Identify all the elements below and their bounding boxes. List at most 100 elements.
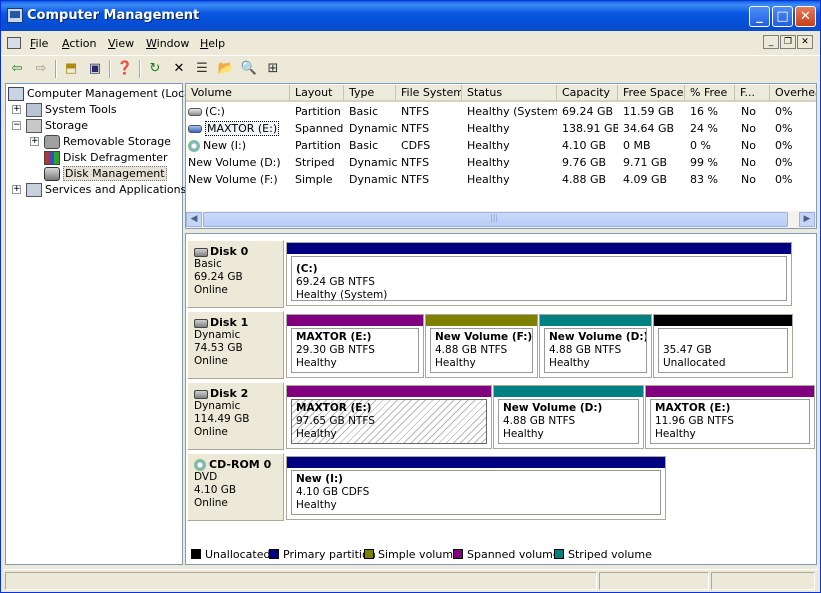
column-header-fault-tolerance[interactable]: F... <box>735 85 770 102</box>
status-cell: Healthy <box>467 156 510 169</box>
volume-icon <box>188 125 202 133</box>
mmc-system-icon[interactable] <box>7 37 21 49</box>
window-title: Computer Management <box>27 8 200 23</box>
capacity-cell: 138.91 GB <box>562 122 618 135</box>
column-header-file-system[interactable]: File System <box>396 85 462 102</box>
tree-item-disk-defragmenter[interactable]: Disk Defragmenter <box>44 150 168 166</box>
computer-icon <box>8 87 24 101</box>
child-close-button[interactable]: ✕ <box>797 35 813 49</box>
hard-disk-icon <box>194 389 208 399</box>
help-icon[interactable]: ❓ <box>116 60 134 78</box>
volume-name-cell[interactable]: New Volume (D:) <box>188 154 290 171</box>
cd-rom-0-label[interactable]: CD-ROM 0 DVD 4.10 GB Online <box>187 453 284 521</box>
overhead-cell: 0% <box>775 156 793 169</box>
properties-icon[interactable]: ☰ <box>193 60 211 78</box>
disk-size: 114.49 GB <box>194 413 250 425</box>
volume-icon <box>188 108 202 116</box>
disk-status: Online <box>194 284 228 296</box>
menu-help[interactable]: Help <box>200 37 225 50</box>
child-minimize-button[interactable]: _ <box>763 35 779 49</box>
partition-status: Healthy (System) <box>296 289 388 301</box>
refresh-icon[interactable]: ↻ <box>146 60 164 78</box>
minimize-button[interactable]: _ <box>749 6 770 27</box>
menu-action[interactable]: Action <box>62 37 96 50</box>
console-tree: Computer Management (Local) + System Too… <box>5 83 198 565</box>
volume-name-cell[interactable]: New (I:) <box>188 137 288 154</box>
forward-arrow-icon[interactable]: ⇨ <box>32 60 50 78</box>
partition-c[interactable]: (C:) 69.24 GB NTFS Healthy (System) <box>286 242 792 306</box>
partition-status: Healthy <box>655 428 696 440</box>
layout-cell: Partition <box>295 105 341 118</box>
cd-icon <box>188 140 200 152</box>
disk-0-label[interactable]: Disk 0 Basic 69.24 GB Online <box>187 240 284 308</box>
volume-name-cell[interactable]: MAXTOR (E:) <box>188 120 288 137</box>
column-header-type[interactable]: Type <box>344 85 396 102</box>
removable-storage-icon <box>44 135 60 149</box>
child-restore-button[interactable]: ❐ <box>780 35 796 49</box>
partition-maxtor-e-selected[interactable]: MAXTOR (E:) 97.65 GB NTFS Healthy <box>286 385 492 449</box>
tree-item-services-and-applications[interactable]: Services and Applications <box>26 182 186 198</box>
hard-disk-icon <box>194 247 208 257</box>
status-cell: Healthy (System) <box>467 105 557 118</box>
partition-maxtor-e[interactable]: MAXTOR (E:) 11.96 GB NTFS Healthy <box>645 385 815 449</box>
overhead-cell: 0% <box>775 105 793 118</box>
percent-free-cell: 0 % <box>690 139 711 152</box>
partition-size: 4.88 GB NTFS <box>503 415 576 427</box>
partition-maxtor-e[interactable]: MAXTOR (E:) 29.30 GB NTFS Healthy <box>286 314 424 378</box>
expand-system-tools[interactable]: + <box>12 105 21 114</box>
disk-2-label[interactable]: Disk 2 Dynamic 114.49 GB Online <box>187 382 284 450</box>
volume-name-cell[interactable]: New Volume (F:) <box>188 171 290 188</box>
up-folder-icon[interactable]: ⬒ <box>62 60 80 78</box>
scroll-left-icon[interactable]: ◀ <box>186 212 202 227</box>
menu-view[interactable]: View <box>108 37 134 50</box>
partition-status: Unallocated <box>663 357 726 369</box>
column-header-volume[interactable]: Volume <box>186 85 290 102</box>
back-arrow-icon[interactable]: ⇦ <box>8 60 26 78</box>
search-icon[interactable]: 🔍 <box>240 60 258 78</box>
tree-item-system-tools[interactable]: System Tools <box>26 102 117 118</box>
column-header-layout[interactable]: Layout <box>290 85 344 102</box>
partition-new-volume-d[interactable]: New Volume (D:) 4.88 GB NTFS Healthy <box>539 314 652 378</box>
system-tools-icon <box>26 103 42 117</box>
partition-name <box>663 331 787 344</box>
partition-new-volume-d[interactable]: New Volume (D:) 4.88 GB NTFS Healthy <box>493 385 644 449</box>
partition-status: Healthy <box>435 357 476 369</box>
disk-view-icon[interactable]: ⊞ <box>264 60 282 78</box>
delete-icon[interactable]: ✕ <box>170 60 188 78</box>
title-bar[interactable]: Computer Management _ □ ✕ <box>1 1 820 31</box>
partition-size: 35.47 GB <box>663 344 712 356</box>
maximize-button[interactable]: □ <box>772 6 793 27</box>
disk-1-label[interactable]: Disk 1 Dynamic 74.53 GB Online <box>187 311 284 379</box>
collapse-storage[interactable]: − <box>12 121 21 130</box>
type-cell: Dynamic <box>349 173 397 186</box>
show-hide-tree-icon[interactable]: ▣ <box>86 60 104 78</box>
column-header-overhead[interactable]: Overhead <box>770 85 816 102</box>
column-header-status[interactable]: Status <box>462 85 557 102</box>
volume-name-cell[interactable]: (C:) <box>188 103 288 120</box>
scroll-right-icon[interactable]: ▶ <box>799 212 815 227</box>
free-space-cell: 34.64 GB <box>623 122 675 135</box>
unallocated-space[interactable]: 35.47 GB Unallocated <box>653 314 793 378</box>
tree-item-computer-management[interactable]: Computer Management (Local) <box>8 86 198 102</box>
overhead-cell: 0% <box>775 139 793 152</box>
free-space-cell: 9.71 GB <box>623 156 668 169</box>
menu-window[interactable]: Window <box>146 37 189 50</box>
status-cell: Healthy <box>467 139 510 152</box>
close-button[interactable]: ✕ <box>795 6 816 27</box>
partition-status: Healthy <box>296 499 337 511</box>
volume-list-horizontal-scrollbar[interactable]: ◀ ▶ <box>186 211 816 228</box>
column-header-free-space[interactable]: Free Space <box>618 85 685 102</box>
scrollbar-thumb[interactable] <box>203 212 788 227</box>
tree-item-disk-management[interactable]: Disk Management <box>44 166 167 182</box>
tree-item-storage[interactable]: Storage <box>26 118 88 134</box>
partition-new-volume-f[interactable]: New Volume (F:) 4.88 GB NTFS Healthy <box>425 314 538 378</box>
column-header-percent-free[interactable]: % Free <box>685 85 735 102</box>
tree-item-removable-storage[interactable]: Removable Storage <box>44 134 171 150</box>
column-header-capacity[interactable]: Capacity <box>557 85 618 102</box>
expand-services-and-applications[interactable]: + <box>12 185 21 194</box>
disk-status: Online <box>194 426 228 438</box>
open-folder-icon[interactable]: 📂 <box>217 60 235 78</box>
expand-removable-storage[interactable]: + <box>30 137 39 146</box>
menu-file[interactable]: File <box>30 37 48 50</box>
partition-new-i[interactable]: New (I:) 4.10 GB CDFS Healthy <box>286 456 666 520</box>
